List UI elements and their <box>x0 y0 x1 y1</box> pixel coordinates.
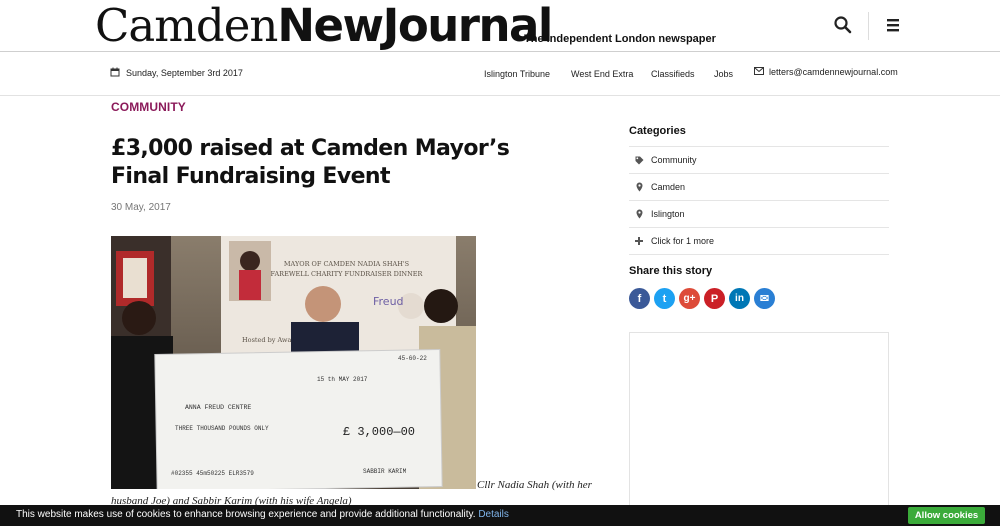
category-label: Islington <box>651 209 685 219</box>
envelope-icon <box>754 67 764 77</box>
banner-hosted: Hosted by Awa <box>242 336 292 344</box>
banner-line-1: MAYOR OF CAMDEN NADIA SHAH'S <box>283 260 410 268</box>
cheque-signature: SABBIR KARIM <box>363 468 407 475</box>
nav-link-west-end-extra[interactable]: West End Extra <box>571 69 633 79</box>
cheque-code: #02355 45m50225 ELR3579 <box>171 470 254 477</box>
pinterest-icon[interactable]: P <box>704 288 725 309</box>
category-label: Camden <box>651 182 686 192</box>
tag-icon <box>634 156 644 165</box>
map-pin-icon <box>634 182 644 192</box>
twitter-icon[interactable]: t <box>654 288 675 309</box>
allow-cookies-button[interactable]: Allow cookies <box>908 507 985 524</box>
email-share-icon[interactable]: ✉ <box>754 288 775 309</box>
category-item-community[interactable]: Community <box>629 147 889 174</box>
cookie-banner: This website makes use of cookies to enh… <box>0 505 1000 526</box>
cookie-details-link[interactable]: Details <box>478 509 509 520</box>
site-tagline: The independent London newspaper <box>524 33 716 45</box>
cheque-date: 15 th MAY 2017 <box>317 376 368 383</box>
cookie-message: This website makes use of cookies to enh… <box>16 509 509 520</box>
article-photo: MAYOR OF CAMDEN NADIA SHAH'S FAREWELL CH… <box>111 236 476 489</box>
google-plus-icon[interactable]: g+ <box>679 288 700 309</box>
plus-icon <box>634 237 644 245</box>
cheque-words: THREE THOUSAND POUNDS ONLY <box>175 425 269 432</box>
linkedin-icon[interactable]: in <box>729 288 750 309</box>
search-icon[interactable] <box>832 14 854 36</box>
cheque-sort-code: 45-60-22 <box>398 355 427 362</box>
nav-link-jobs[interactable]: Jobs <box>714 69 733 79</box>
nav-link-classifieds[interactable]: Classifieds <box>651 69 695 79</box>
site-logo[interactable]: CamdenNewJournal <box>95 2 553 50</box>
ad-placeholder <box>629 332 889 526</box>
calendar-icon <box>110 67 120 79</box>
facebook-icon[interactable]: f <box>629 288 650 309</box>
article-title: £3,000 raised at Camden Mayor’s Final Fu… <box>111 136 510 189</box>
site-header: CamdenNewJournal The independent London … <box>0 0 1000 52</box>
category-item-camden[interactable]: Camden <box>629 174 889 201</box>
article-date: 30 May, 2017 <box>111 202 171 213</box>
cheque-payee: ANNA FREUD CENTRE <box>185 404 252 411</box>
categories-list: Community Camden Islington Click for 1 m… <box>629 146 889 255</box>
top-bar: Sunday, September 3rd 2017 Islington Tri… <box>0 52 1000 96</box>
menu-icon[interactable] <box>884 14 904 36</box>
categories-title: Categories <box>629 125 686 137</box>
email-text: letters@camdennewjournal.com <box>769 67 898 77</box>
current-date: Sunday, September 3rd 2017 <box>110 67 243 79</box>
category-label: Community <box>651 155 697 165</box>
share-title: Share this story <box>629 265 713 277</box>
cheque-amount: £ 3,000—00 <box>343 425 416 439</box>
banner-line-2: FAREWELL CHARITY FUNDRAISER DINNER <box>270 270 423 278</box>
nav-link-islington-tribune[interactable]: Islington Tribune <box>484 69 550 79</box>
current-date-text: Sunday, September 3rd 2017 <box>126 68 243 78</box>
share-buttons: f t g+ P in ✉ <box>629 288 775 309</box>
banner-freud: Freud <box>373 295 404 308</box>
section-label[interactable]: COMMUNITY <box>111 100 186 114</box>
map-pin-icon <box>634 209 644 219</box>
email-link[interactable]: letters@camdennewjournal.com <box>754 67 898 77</box>
category-item-more[interactable]: Click for 1 more <box>629 228 889 255</box>
category-label: Click for 1 more <box>651 236 715 246</box>
category-item-islington[interactable]: Islington <box>629 201 889 228</box>
header-divider <box>868 12 869 40</box>
